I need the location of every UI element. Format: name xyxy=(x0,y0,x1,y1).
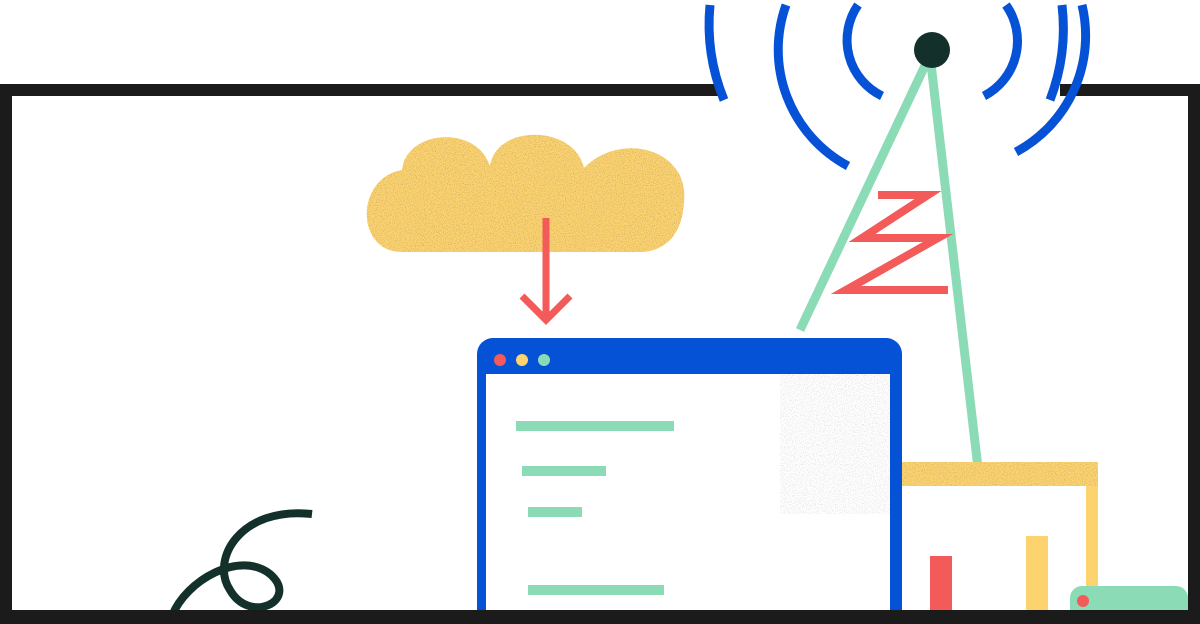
building-bar-red xyxy=(930,556,952,616)
text-line xyxy=(522,466,606,476)
browser-window xyxy=(477,338,902,624)
antenna-tip xyxy=(914,32,950,68)
frame-right xyxy=(1188,84,1200,624)
building-bar-yellow xyxy=(1026,536,1048,616)
device-dot xyxy=(1077,595,1089,607)
frame-gap xyxy=(720,82,1060,100)
frame-bottom xyxy=(0,610,1200,624)
window-dot-yellow xyxy=(516,354,528,366)
cloud-icon xyxy=(366,134,685,252)
window-dot-green xyxy=(538,354,550,366)
text-line xyxy=(528,507,582,517)
network-illustration xyxy=(0,2,1200,624)
building-icon xyxy=(880,462,1098,622)
text-line xyxy=(516,421,674,431)
squiggle-icon xyxy=(168,509,313,618)
text-line xyxy=(528,585,664,595)
window-dot-red xyxy=(494,354,506,366)
